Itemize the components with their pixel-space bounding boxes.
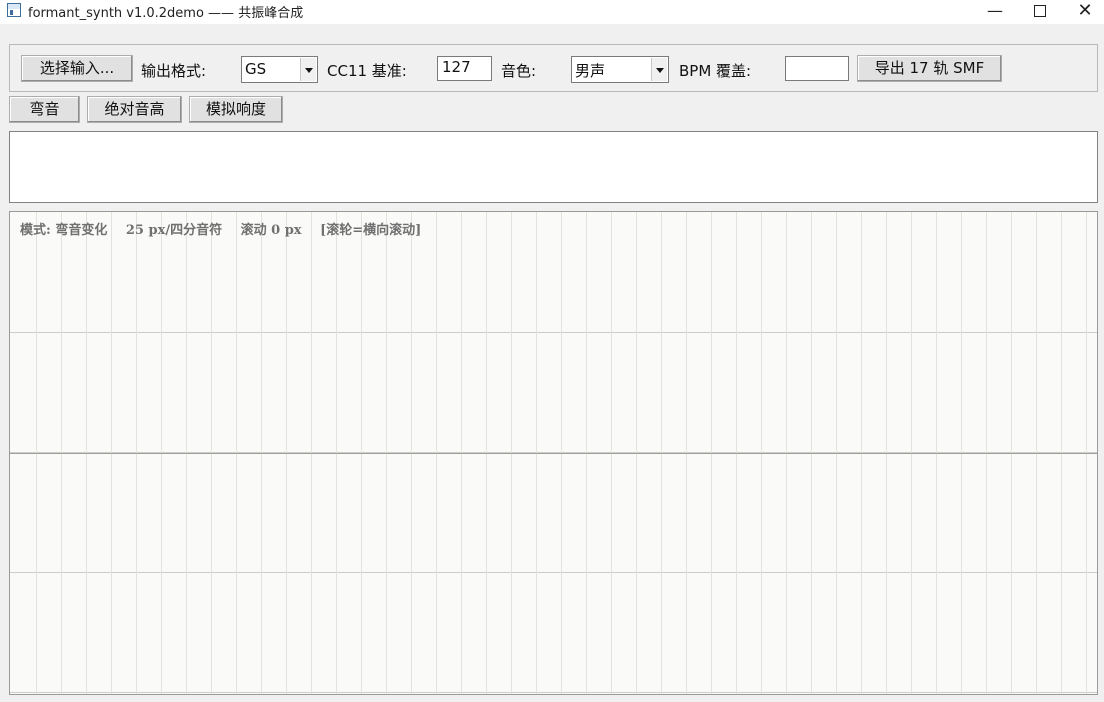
output-format-label: 输出格式: — [141, 62, 207, 80]
timbre-value: 男声 — [575, 62, 606, 80]
close-button[interactable]: ✕ — [1062, 0, 1104, 24]
minimize-button[interactable]: — — [972, 0, 1018, 24]
export-smf-button[interactable]: 导出 17 轨 SMF — [857, 55, 1002, 82]
chevron-down-icon[interactable] — [651, 58, 667, 81]
timbre-select[interactable]: 男声 — [571, 56, 669, 83]
output-format-value: GS — [245, 60, 267, 78]
center-line — [10, 453, 1097, 454]
absolute-pitch-button[interactable]: 绝对音高 — [87, 96, 182, 123]
log-textbox[interactable] — [9, 131, 1098, 203]
bpm-override-label: BPM 覆盖: — [679, 62, 752, 80]
canvas-status: 模式: 弯音变化 25 px/四分音符 滚动 0 px [滚轮=横向滚动] — [20, 219, 435, 238]
window-title: formant_synth v1.0.2demo —— 共振峰合成 — [28, 6, 304, 21]
bend-mode-button[interactable]: 弯音 — [9, 96, 80, 123]
simulate-loudness-button[interactable]: 模拟响度 — [189, 96, 283, 123]
canvas-scroll-text: 滚动 0 px — [240, 223, 302, 238]
cc11-input[interactable]: 127 — [437, 56, 492, 81]
cc11-label: CC11 基准: — [327, 62, 407, 80]
select-input-button[interactable]: 选择输入... — [21, 55, 133, 82]
title-bar: formant_synth v1.0.2demo —— 共振峰合成 — ✕ — [0, 0, 1104, 24]
curve-canvas[interactable]: 模式: 弯音变化 25 px/四分音符 滚动 0 px [滚轮=横向滚动] — [9, 211, 1098, 695]
chevron-down-icon[interactable] — [300, 58, 316, 81]
canvas-mode-text: 模式: 弯音变化 — [20, 223, 108, 238]
output-format-select[interactable]: GS — [241, 56, 318, 83]
timbre-label: 音色: — [501, 62, 537, 80]
maximize-button[interactable] — [1017, 0, 1063, 24]
canvas-hint-text: [滚轮=横向滚动] — [320, 223, 422, 238]
app-icon — [7, 3, 21, 17]
canvas-scale-text: 25 px/四分音符 — [125, 223, 223, 238]
bpm-override-input[interactable] — [785, 56, 849, 81]
maximize-icon — [1034, 5, 1046, 17]
